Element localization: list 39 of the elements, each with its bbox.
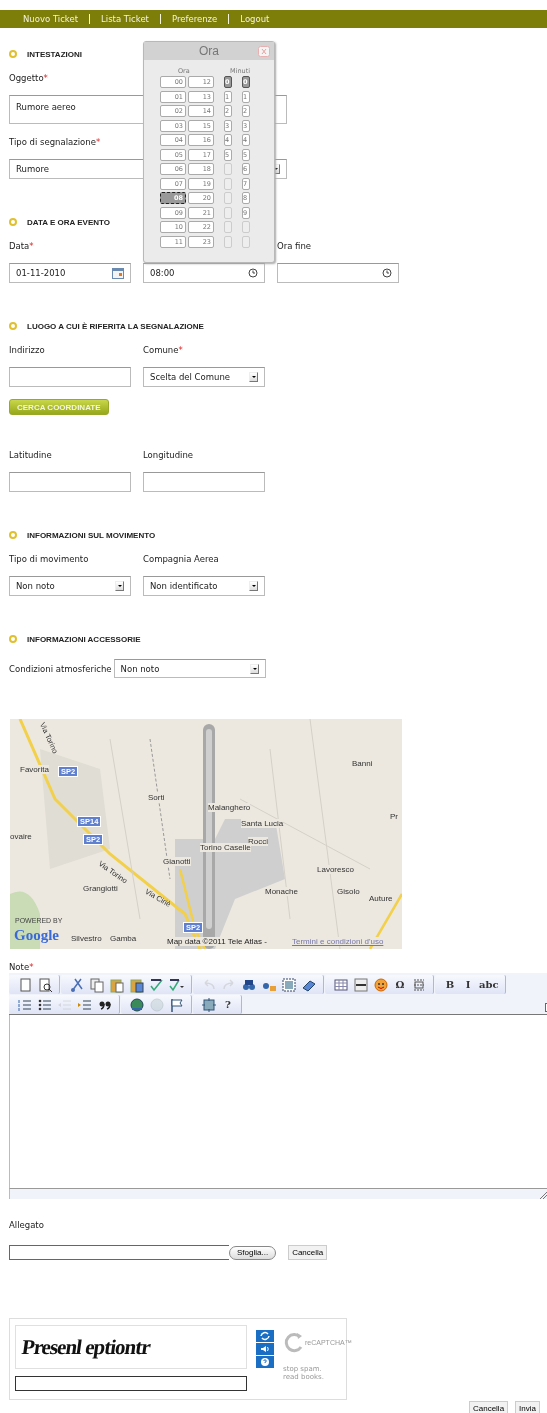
captcha-image: Presenl eptiontr — [15, 1325, 247, 1369]
place-label: Gamba — [110, 934, 137, 943]
place-label: Pr — [390, 812, 398, 821]
place-label: Santa Lucia — [241, 819, 284, 828]
place-label: Rocci — [248, 837, 268, 846]
field-label: Ora fine — [277, 241, 312, 251]
place-label: Sorti — [148, 793, 165, 802]
place-label: Gianotti — [163, 857, 191, 866]
section-heading: INFORMAZIONI ACCESSORIE — [27, 634, 141, 644]
picker-title: Ora — [199, 44, 219, 58]
section-heading: INTESTAZIONI — [27, 49, 82, 59]
field-label: Compagnia Aerea — [143, 554, 219, 564]
field-label: Note* — [9, 962, 34, 972]
field-label: Tipo di movimento — [9, 554, 89, 564]
place-label: Monache — [265, 887, 298, 896]
field-label: Condizioni atmosferiche — [9, 662, 112, 675]
place-label: Silvestro — [71, 934, 102, 943]
place-label: Auture — [369, 894, 393, 903]
place-label: Gisolo — [337, 887, 360, 896]
place-label: Torino Caselle — [200, 843, 251, 852]
map-logo: Google — [14, 927, 59, 944]
section-heading: DATA E ORA EVENTO — [27, 217, 110, 227]
section-heading: INFORMAZIONI SUL MOVIMENTO — [27, 530, 156, 540]
place-label: Banni — [352, 759, 373, 768]
map-attribution: Map data ©2011 Tele Atlas - — [167, 937, 267, 946]
field-label: Latitudine — [9, 450, 52, 460]
place-label: Favorita — [20, 765, 49, 774]
place-label: Lavoresco — [317, 865, 354, 874]
section-heading: LUOGO A CUI È RIFERITA LA SEGNALAZIONE — [27, 321, 204, 331]
field-label: Oggetto* — [9, 73, 48, 83]
field-label: Tipo di segnalazione* — [9, 137, 101, 147]
place-label: ovaire — [10, 832, 32, 841]
field-label: Comune* — [143, 345, 183, 355]
place-label: Malanghero — [208, 803, 251, 812]
field-label: Longitudine — [143, 450, 194, 460]
place-label: Grangiotti — [83, 884, 118, 893]
field-label: Allegato — [9, 1220, 44, 1230]
field-label: Data* — [9, 241, 34, 251]
field-label: Indirizzo — [9, 345, 45, 355]
